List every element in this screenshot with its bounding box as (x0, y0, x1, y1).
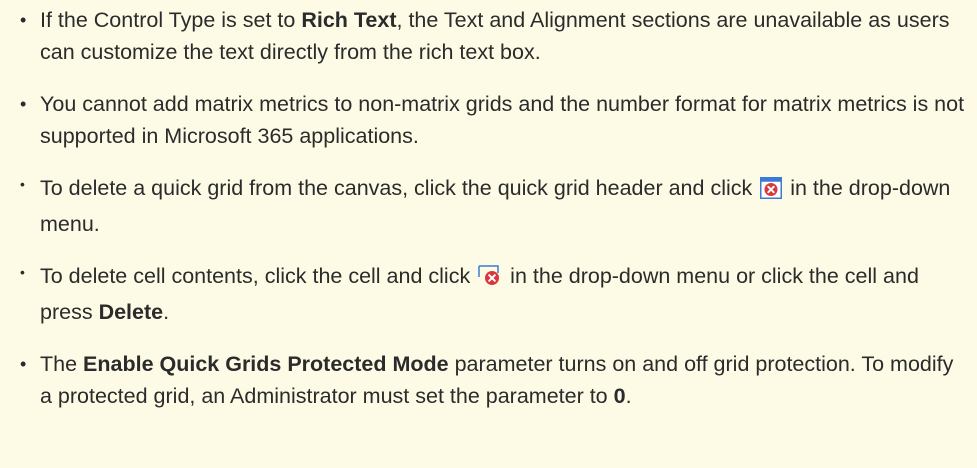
list-item: • The Enable Quick Grids Protected Mode … (0, 348, 977, 412)
parameter-name: Enable Quick Grids Protected Mode (83, 352, 449, 376)
bullet: • (20, 94, 27, 114)
rich-text-term: Rich Text (301, 8, 397, 32)
note-text: You cannot add matrix metrics to non-mat… (40, 92, 965, 148)
note-text: To delete cell contents, click the cell … (40, 264, 471, 288)
bullet: • (20, 354, 27, 374)
clear-cell-icon (478, 264, 502, 296)
note-text: If the Control Type is set to (40, 8, 302, 32)
document-page: • If the Control Type is set to Rich Tex… (0, 0, 977, 468)
bullet: • (20, 10, 27, 30)
delete-key-term: Delete (98, 300, 164, 324)
list-item: • To delete a quick grid from the canvas… (0, 172, 977, 240)
parameter-value: 0 (613, 384, 626, 408)
note-text: . (625, 384, 632, 408)
delete-grid-icon (760, 176, 783, 208)
note-text: The (40, 352, 84, 376)
list-item: • If the Control Type is set to Rich Tex… (0, 4, 977, 68)
note-text: To delete a quick grid from the canvas, … (40, 176, 753, 200)
list-item: • To delete cell contents, click the cel… (0, 260, 977, 328)
list-item: • You cannot add matrix metrics to non-m… (0, 88, 977, 152)
bullet: • (20, 264, 25, 280)
bullet: • (20, 176, 25, 192)
note-text: . (163, 300, 170, 324)
notes-list: • If the Control Type is set to Rich Tex… (0, 4, 977, 432)
